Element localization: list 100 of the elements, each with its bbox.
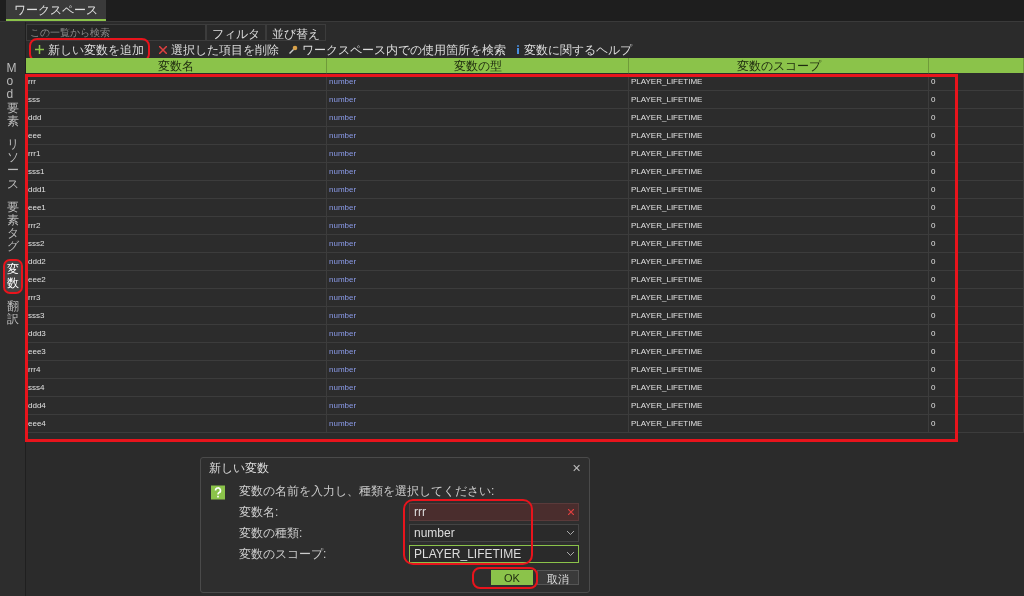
- error-icon: [568, 509, 574, 515]
- table-cell: number: [327, 415, 629, 432]
- table-cell: number: [327, 163, 629, 180]
- table-cell: 0: [929, 343, 1024, 360]
- table-cell: 0: [929, 253, 1024, 270]
- dropdown[interactable]: number: [409, 524, 579, 542]
- table-cell: eee: [26, 127, 327, 144]
- table-cell: PLAYER_LIFETIME: [629, 397, 929, 414]
- table-cell: eee1: [26, 199, 327, 216]
- table-cell: 0: [929, 271, 1024, 288]
- table-cell: rrr2: [26, 217, 327, 234]
- table-cell: 0: [929, 379, 1024, 396]
- table-cell: PLAYER_LIFETIME: [629, 379, 929, 396]
- field-label: 変数のスコープ:: [239, 546, 328, 563]
- side-tab[interactable]: Mod要素: [4, 60, 21, 130]
- table-cell: 0: [929, 145, 1024, 162]
- table-cell: 0: [929, 217, 1024, 234]
- table-cell: 0: [929, 109, 1024, 126]
- dialog-message: 変数の名前を入力し、種類を選択してください:: [239, 484, 496, 498]
- side-tab[interactable]: リソース: [4, 135, 21, 193]
- table-cell: number: [327, 289, 629, 306]
- table-cell: PLAYER_LIFETIME: [629, 163, 929, 180]
- table-cell: 0: [929, 163, 1024, 180]
- table-cell: eee3: [26, 343, 327, 360]
- plus-icon: [35, 45, 44, 54]
- side-tab[interactable]: 要素タグ: [4, 198, 21, 256]
- text-field[interactable]: rrr: [409, 503, 579, 521]
- dialog-button[interactable]: 取消: [537, 570, 579, 585]
- table-cell: number: [327, 199, 629, 216]
- info-icon: [516, 45, 520, 54]
- toolbar-button[interactable]: ワークスペース内での使用箇所を検索: [289, 40, 506, 59]
- table-cell: rrr: [26, 73, 327, 90]
- table-cell: PLAYER_LIFETIME: [629, 109, 929, 126]
- table-cell: 0: [929, 235, 1024, 252]
- table-cell: PLAYER_LIFETIME: [629, 271, 929, 288]
- table-cell: PLAYER_LIFETIME: [629, 127, 929, 144]
- workspace-tab[interactable]: ワークスペース: [6, 0, 106, 21]
- table-cell: PLAYER_LIFETIME: [629, 73, 929, 90]
- table-cell: number: [327, 109, 629, 126]
- toolbar-button[interactable]: 並び替え: [266, 24, 326, 41]
- table-cell: rrr4: [26, 361, 327, 378]
- table-cell: PLAYER_LIFETIME: [629, 145, 929, 162]
- table-cell: PLAYER_LIFETIME: [629, 91, 929, 108]
- table-cell: number: [327, 253, 629, 270]
- table-cell: 0: [929, 73, 1024, 90]
- table-cell: sss1: [26, 163, 327, 180]
- table-cell: sss3: [26, 307, 327, 324]
- dialog-title: 新しい変数: [209, 460, 269, 477]
- table-cell: PLAYER_LIFETIME: [629, 253, 929, 270]
- table-cell: rrr1: [26, 145, 327, 162]
- close-button[interactable]: ✕: [572, 459, 581, 477]
- dialog-button[interactable]: OK: [491, 570, 533, 585]
- table-cell: PLAYER_LIFETIME: [629, 217, 929, 234]
- table-cell: PLAYER_LIFETIME: [629, 235, 929, 252]
- table-cell: number: [327, 361, 629, 378]
- table-cell: number: [327, 271, 629, 288]
- table-cell: number: [327, 91, 629, 108]
- table-cell: number: [327, 397, 629, 414]
- table-cell: number: [327, 217, 629, 234]
- table-cell: eee2: [26, 271, 327, 288]
- table-cell: 0: [929, 181, 1024, 198]
- side-tab[interactable]: 翻訳: [4, 297, 21, 329]
- side-tab[interactable]: 変数: [4, 261, 21, 292]
- table-cell: ddd1: [26, 181, 327, 198]
- table-cell: 0: [929, 361, 1024, 378]
- table-cell: 0: [929, 91, 1024, 108]
- table-cell: 0: [929, 397, 1024, 414]
- table-cell: PLAYER_LIFETIME: [629, 343, 929, 360]
- table-cell: number: [327, 325, 629, 342]
- table-cell: PLAYER_LIFETIME: [629, 199, 929, 216]
- highlight-outline: [472, 567, 538, 589]
- table-cell: PLAYER_LIFETIME: [629, 415, 929, 432]
- table-cell: PLAYER_LIFETIME: [629, 289, 929, 306]
- search-icon: [289, 45, 298, 54]
- table-cell: 0: [929, 325, 1024, 342]
- dropdown[interactable]: PLAYER_LIFETIME: [409, 545, 579, 563]
- table-cell: sss2: [26, 235, 327, 252]
- table-cell: 0: [929, 307, 1024, 324]
- table-cell: sss4: [26, 379, 327, 396]
- chevron-down-icon: [567, 531, 574, 535]
- close-icon: [159, 45, 167, 54]
- table-cell: 0: [929, 415, 1024, 432]
- chevron-down-icon: [567, 552, 574, 556]
- table-cell: PLAYER_LIFETIME: [629, 181, 929, 198]
- table-cell: 0: [929, 127, 1024, 144]
- question-icon: [211, 484, 225, 501]
- table-cell: ddd4: [26, 397, 327, 414]
- toolbar-button[interactable]: フィルタ: [206, 24, 266, 41]
- table-cell: number: [327, 235, 629, 252]
- table-cell: eee4: [26, 415, 327, 432]
- toolbar-button[interactable]: 変数に関するヘルプ: [516, 40, 632, 59]
- table-cell: rrr3: [26, 289, 327, 306]
- table-cell: number: [327, 307, 629, 324]
- toolbar-button[interactable]: 選択した項目を削除: [159, 40, 279, 59]
- table-cell: 0: [929, 289, 1024, 306]
- toolbar-button[interactable]: 新しい変数を追加: [32, 40, 147, 59]
- table-cell: PLAYER_LIFETIME: [629, 307, 929, 324]
- table-cell: number: [327, 73, 629, 90]
- table-cell: 0: [929, 199, 1024, 216]
- table-cell: ddd2: [26, 253, 327, 270]
